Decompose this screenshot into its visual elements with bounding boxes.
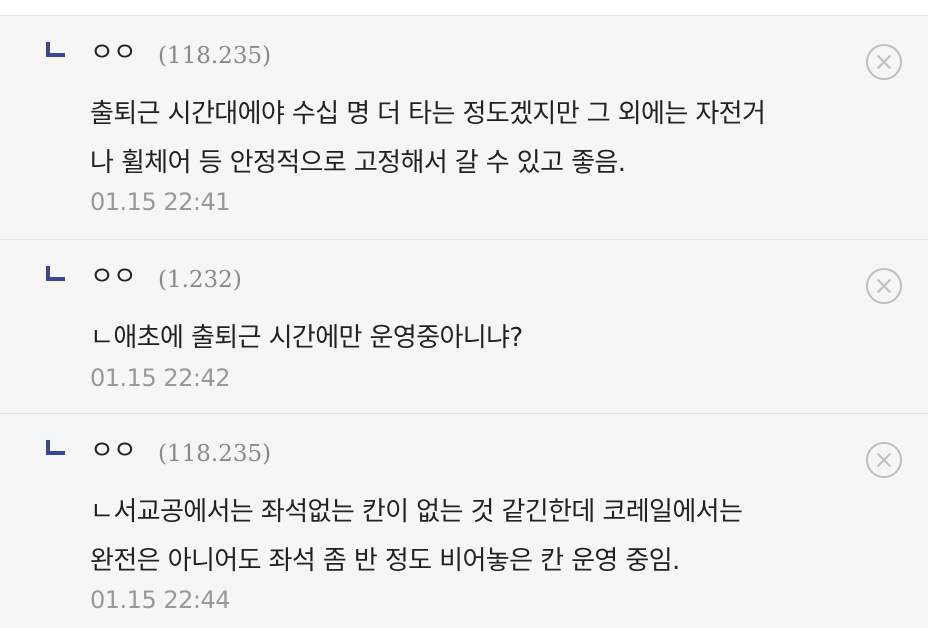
delete-reply-button[interactable] (866, 44, 902, 80)
reply-nickname[interactable]: ㅇㅇ (90, 262, 137, 292)
reply-item: ㅇㅇ (1.232) ㄴ애초에 출퇴근 시간에만 운영중아니냐? 01.15 2… (0, 240, 928, 414)
reply-item: ㅇㅇ (118.235) 출퇴근 시간대에야 수십 명 더 타는 정도겠지만 그… (0, 16, 928, 240)
delete-reply-button[interactable] (866, 442, 902, 478)
reply-arrow-icon (46, 266, 65, 281)
reply-text: ㄴ서교공에서는 좌석없는 칸이 없는 것 같긴한데 코레일에서는 완전은 아니어… (90, 497, 743, 576)
reply-text: ㄴ애초에 출퇴근 시간에만 운영중아니냐? (90, 323, 523, 353)
reply-ip: (1.232) (158, 267, 242, 293)
reply-timestamp: 01.15 22:42 (90, 364, 231, 392)
reply-item: ㅇㅇ (118.235) ㄴ서교공에서는 좌석없는 칸이 없는 것 같긴한데 코… (0, 414, 928, 628)
reply-timestamp: 01.15 22:44 (90, 586, 231, 614)
reply-text: 출퇴근 시간대에야 수십 명 더 타는 정도겠지만 그 외에는 자전거 나 휠체… (90, 99, 766, 178)
reply-arrow-icon (46, 440, 65, 455)
reply-ip: (118.235) (158, 441, 272, 467)
reply-nickname[interactable]: ㅇㅇ (90, 38, 137, 68)
reply-timestamp: 01.15 22:41 (90, 188, 231, 216)
top-divider (0, 0, 928, 16)
reply-ip: (118.235) (158, 43, 272, 69)
reply-nickname[interactable]: ㅇㅇ (90, 436, 137, 466)
reply-arrow-icon (46, 42, 65, 57)
delete-reply-button[interactable] (866, 268, 902, 304)
